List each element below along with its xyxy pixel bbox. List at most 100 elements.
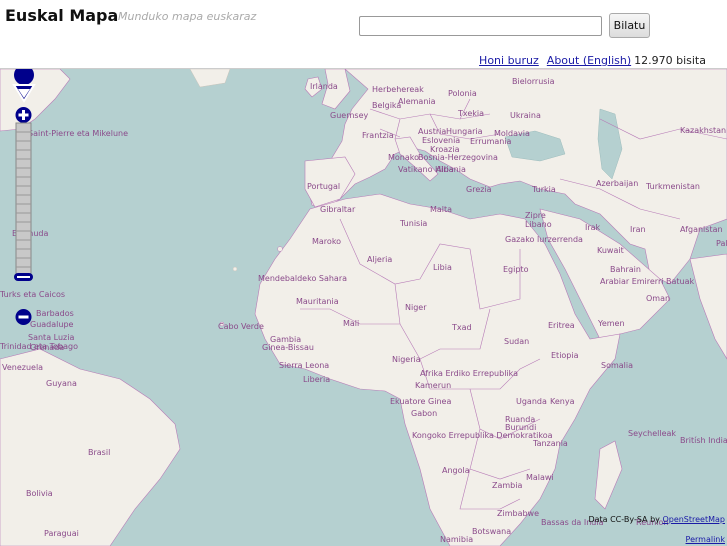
map-label: Somalia xyxy=(601,361,634,370)
map-label: Turkmenistan xyxy=(646,182,700,191)
header: Euskal Mapa Munduko mapa euskaraz Bilatu… xyxy=(0,0,727,68)
map-label: Afrika Erdiko Errepublika xyxy=(420,369,519,378)
map-label: Zambia xyxy=(492,481,523,490)
zoom-slider-track[interactable] xyxy=(15,122,32,278)
map-label: Zimbabwe xyxy=(497,509,540,518)
map-label: Austria xyxy=(418,127,447,136)
pan-up-button[interactable] xyxy=(14,69,34,85)
map-label: Saint-Pierre eta Mikelune xyxy=(28,129,128,138)
about-english-link[interactable]: About (English) xyxy=(547,54,631,67)
map-label: Niger xyxy=(405,303,427,312)
map-label: Malta xyxy=(430,205,453,214)
map-label: Eritrea xyxy=(548,321,575,330)
map-label: Frantzia xyxy=(362,131,394,140)
map-label: Seychelleak xyxy=(628,429,677,438)
map-label: Tunisia xyxy=(400,219,428,228)
map-label: Errumania xyxy=(470,137,512,146)
map-base-layer xyxy=(0,69,727,546)
map-label: Aljeria xyxy=(367,255,393,264)
pan-control[interactable] xyxy=(8,69,40,103)
map-label: Kamerun xyxy=(415,381,452,390)
map-label: Mendebaldeko Sahara xyxy=(258,274,348,283)
map-label: Arabiar Emirerri Batuak xyxy=(600,277,695,286)
map-label: Hungaria xyxy=(446,127,483,136)
map-label: Mauritania xyxy=(296,297,339,306)
map[interactable]: Irlanda Herbehereak Polonia Bielorrusia … xyxy=(0,68,727,546)
map-label: Gabon xyxy=(411,409,438,418)
map-label: Britísh Indian xyxy=(680,436,727,445)
map-label: Bolivia xyxy=(26,489,53,498)
map-label: Guyana xyxy=(46,379,77,388)
map-label: Paraguai xyxy=(44,529,79,538)
map-label: Liberia xyxy=(303,375,331,384)
map-label: Etiopia xyxy=(551,351,579,360)
map-label: Santa Luzia xyxy=(28,333,75,342)
map-label: Guernsey xyxy=(330,111,369,120)
map-label: Gibraltar xyxy=(320,205,356,214)
map-label: Irlanda xyxy=(310,82,338,91)
zoom-control[interactable] xyxy=(14,107,33,327)
map-label: Irak xyxy=(585,223,601,232)
map-label: Turkia xyxy=(532,185,556,194)
land-india xyxy=(689,253,727,360)
land-iceland xyxy=(189,69,231,88)
site-subtitle: Munduko mapa euskaraz xyxy=(118,10,257,23)
map-label: Kazakhstan xyxy=(680,126,727,135)
map-label: Angola xyxy=(442,466,470,475)
map-label: Guadalupe xyxy=(30,320,74,329)
attribution-text: Data CC-By-SA by xyxy=(588,515,660,524)
map-label: Mali xyxy=(343,319,360,328)
map-label: Sudan xyxy=(504,337,530,346)
map-label: Herbehereak xyxy=(372,85,424,94)
land-canary-islands xyxy=(277,246,283,252)
map-label: Bahrain xyxy=(610,265,641,274)
map-label: Albania xyxy=(436,165,466,174)
search-input[interactable] xyxy=(359,16,602,36)
map-label: Sierra Leona xyxy=(279,361,330,370)
map-label: Kuwait xyxy=(597,246,624,255)
map-label: Maroko xyxy=(312,237,342,246)
map-label: Barbados xyxy=(36,309,74,318)
map-attribution: Data CC-By-SA by OpenStreetMap xyxy=(588,515,725,524)
map-label: Gazako lurzerrenda xyxy=(505,235,583,244)
map-label: Txekia xyxy=(458,109,485,118)
map-label: Brasil xyxy=(88,448,111,457)
map-label: Venezuela xyxy=(2,363,44,372)
map-label: Grenada xyxy=(30,343,65,352)
map-label: Malawi xyxy=(526,473,554,482)
map-label: Iran xyxy=(630,225,646,234)
minus-icon xyxy=(18,315,29,319)
map-label: Tanzania xyxy=(533,439,568,448)
map-label: Zipre xyxy=(525,211,546,220)
map-label: Ekuatore Ginea xyxy=(390,397,452,406)
map-label: Afganistan xyxy=(680,225,723,234)
map-label: Belgika xyxy=(372,101,402,110)
map-label: Eslovenia xyxy=(422,136,461,145)
map-label: Bosnia-Herzegovina xyxy=(418,153,498,162)
map-label: Kenya xyxy=(550,397,575,406)
map-label: Polonia xyxy=(448,89,477,98)
map-label: Botswana xyxy=(472,527,512,536)
map-label: Alemania xyxy=(398,97,436,106)
map-label: Pal xyxy=(716,239,727,248)
search-button[interactable]: Bilatu xyxy=(609,13,650,38)
map-label: Cabo Verde xyxy=(218,322,264,331)
map-label: Monako xyxy=(388,153,420,162)
map-label: Yemen xyxy=(598,319,625,328)
permalink-link[interactable]: Permalink xyxy=(686,535,725,544)
openstreetmap-link[interactable]: OpenStreetMap xyxy=(662,515,725,524)
map-label: Libia xyxy=(433,263,452,272)
map-label: Nigeria xyxy=(392,355,421,364)
map-label: Bielorrusia xyxy=(512,77,555,86)
map-label: Portugal xyxy=(307,182,341,191)
about-basque-link[interactable]: Honi buruz xyxy=(479,54,539,67)
map-label: Azerbaijan xyxy=(596,179,639,188)
map-label: Libano xyxy=(525,220,552,229)
map-label: Egipto xyxy=(503,265,529,274)
map-label: Namibia xyxy=(440,535,474,544)
land-madeira xyxy=(232,266,238,272)
visit-counter: 12.970 bisita xyxy=(634,54,706,67)
header-links: Honi buruz About (English) 12.970 bisita xyxy=(479,54,706,67)
map-label: Txad xyxy=(452,323,472,332)
site-title[interactable]: Euskal Mapa xyxy=(5,6,118,25)
